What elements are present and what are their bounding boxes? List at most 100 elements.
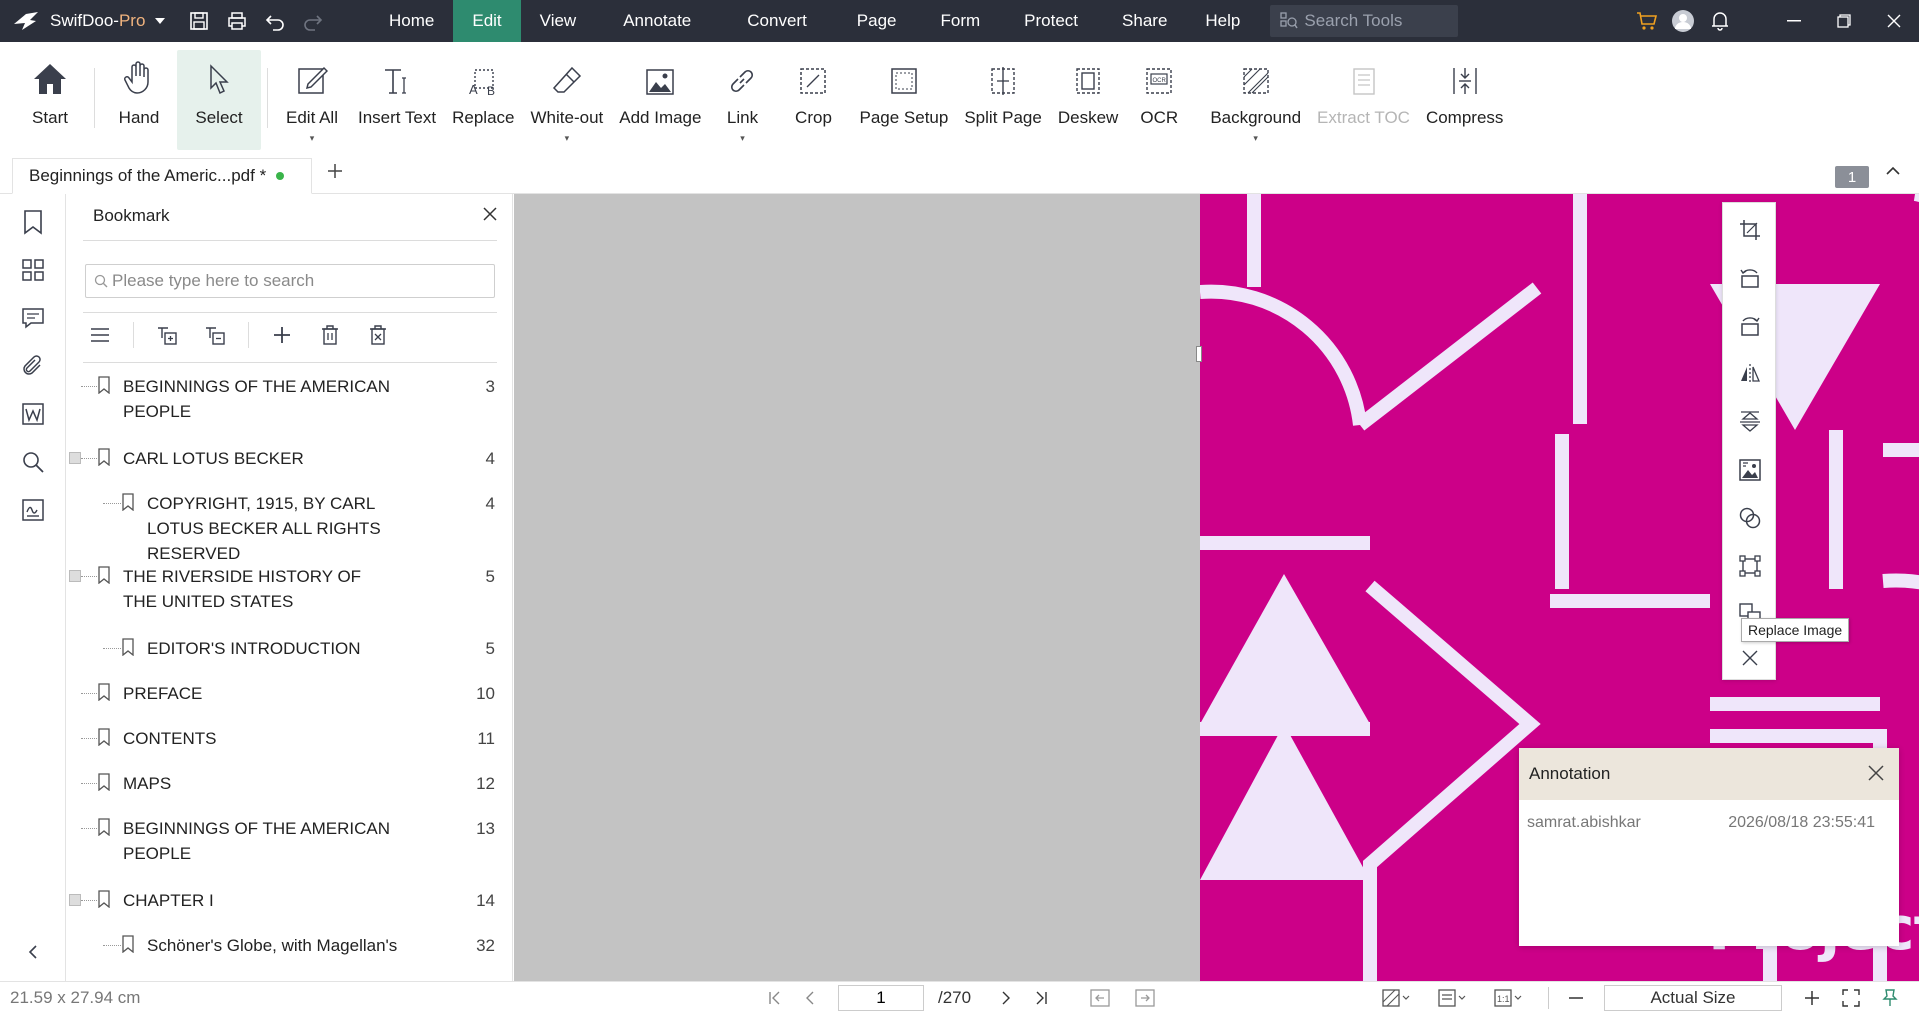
comments-icon[interactable] (19, 304, 47, 332)
background-color-dropdown-icon[interactable] (1382, 982, 1412, 1014)
bookmark-item[interactable]: Schöner's Globe, with Magellan's 32 (67, 933, 512, 959)
app-menu-dropdown-icon[interactable] (155, 18, 166, 24)
search-icon[interactable] (19, 448, 47, 476)
document-tab[interactable]: Beginnings of the Americ...pdf * (12, 158, 312, 194)
cart-icon[interactable] (1629, 0, 1665, 42)
split-page-button[interactable]: Split Page (956, 50, 1050, 150)
previous-view-icon[interactable] (1090, 982, 1110, 1014)
bookmark-item[interactable]: BEGINNINGS OF THE AMERICAN PEOPLE 13 (67, 816, 512, 868)
bookmark-item[interactable]: CARL LOTUS BECKER 4 (67, 446, 512, 472)
insert-text-button[interactable]: Insert Text (350, 50, 444, 150)
menu-share[interactable]: Share (1100, 0, 1189, 42)
collapse-toggle-icon[interactable] (69, 894, 81, 906)
rotate-right-icon[interactable] (1735, 311, 1765, 341)
close-window-icon[interactable] (1869, 0, 1919, 42)
menu-protect[interactable]: Protect (1002, 0, 1100, 42)
remove-child-bookmark-icon[interactable] (200, 320, 230, 350)
menu-annotate[interactable]: Annotate (595, 0, 719, 42)
background-button[interactable]: Background ▾ (1202, 50, 1309, 150)
bookmark-item[interactable]: MAPS 12 (67, 771, 512, 797)
bookmark-item[interactable]: CONTENTS 11 (67, 726, 512, 752)
fullscreen-icon[interactable] (1842, 982, 1860, 1014)
chevron-up-icon[interactable] (1885, 166, 1901, 176)
start-button[interactable]: Start (12, 50, 88, 150)
transform-bounds-icon[interactable] (1735, 551, 1765, 581)
bookmark-item[interactable]: THE RIVERSIDE HISTORY OF THE UNITED STAT… (67, 564, 512, 616)
bookmark-search-box[interactable] (85, 264, 495, 298)
add-image-button[interactable]: Add Image (611, 50, 709, 150)
link-button[interactable]: Link ▾ (709, 50, 775, 150)
crop-image-icon[interactable] (1735, 215, 1765, 245)
word-count-icon[interactable] (19, 400, 47, 428)
menu-page[interactable]: Page (835, 0, 919, 42)
pin-icon[interactable] (1882, 982, 1898, 1014)
thumbnails-grid-icon[interactable] (19, 256, 47, 284)
hand-tool-button[interactable]: Hand (101, 50, 177, 150)
select-tool-button[interactable]: Select (177, 50, 261, 150)
next-view-icon[interactable] (1135, 982, 1155, 1014)
menu-view[interactable]: View (521, 0, 596, 42)
add-tab-plus-icon[interactable] (326, 162, 344, 180)
bookmark-item[interactable]: EDITOR'S INTRODUCTION 5 (67, 636, 512, 662)
close-icon[interactable] (482, 206, 498, 222)
bookmark-item[interactable]: PREFACE 10 (67, 681, 512, 707)
collapse-toggle-icon[interactable] (69, 570, 81, 582)
compress-button[interactable]: Compress (1418, 50, 1511, 150)
last-page-icon[interactable] (1034, 982, 1048, 1014)
restore-window-icon[interactable] (1819, 0, 1869, 42)
zoom-in-icon[interactable] (1804, 982, 1820, 1014)
add-bookmark-plus-icon[interactable] (267, 320, 297, 350)
image-effects-icon[interactable] (1735, 455, 1765, 485)
actual-size-ratio-dropdown-icon[interactable]: 1:1 (1494, 982, 1524, 1014)
first-page-icon[interactable] (768, 982, 782, 1014)
page-setup-button[interactable]: Page Setup (851, 50, 956, 150)
next-page-icon[interactable] (1000, 982, 1012, 1014)
flip-vertical-icon[interactable] (1735, 407, 1765, 437)
collapse-toggle-icon[interactable] (69, 452, 81, 464)
bookmark-item[interactable]: CHAPTER I 14 (67, 888, 512, 914)
notification-bell-icon[interactable] (1701, 0, 1739, 42)
bookmark-item[interactable]: BEGINNINGS OF THE AMERICAN PEOPLE 3 (67, 374, 512, 426)
add-child-bookmark-icon[interactable] (152, 320, 182, 350)
menu-form[interactable]: Form (919, 0, 1003, 42)
delete-bookmark-trash-icon[interactable] (315, 320, 345, 350)
save-icon[interactable] (182, 4, 216, 38)
menu-edit[interactable]: Edit (453, 0, 521, 42)
redo-icon[interactable] (296, 4, 330, 38)
undo-icon[interactable] (258, 4, 292, 38)
rotate-left-icon[interactable] (1735, 263, 1765, 293)
ocr-button[interactable]: OCR OCR (1126, 50, 1192, 150)
close-icon[interactable] (1867, 764, 1885, 782)
attachment-paperclip-icon[interactable] (19, 352, 47, 380)
collapse-sidebar-icon[interactable] (19, 938, 47, 966)
close-icon[interactable] (1735, 643, 1765, 673)
extract-toc-button[interactable]: Extract TOC (1309, 50, 1418, 150)
annotation-title: Annotation (1529, 764, 1611, 783)
menu-help[interactable]: Help (1189, 0, 1256, 42)
zoom-out-icon[interactable] (1568, 982, 1584, 1014)
user-avatar-icon[interactable] (1665, 0, 1701, 42)
bookmark-item[interactable]: COPYRIGHT, 1915, BY CARL LOTUS BECKER AL… (67, 491, 512, 563)
menu-convert[interactable]: Convert (719, 0, 835, 42)
bookmark-search-input[interactable] (112, 271, 482, 291)
edit-all-button[interactable]: Edit All ▾ (274, 50, 350, 150)
flip-horizontal-icon[interactable] (1735, 359, 1765, 389)
shapes-icon[interactable] (1735, 503, 1765, 533)
white-out-button[interactable]: White-out ▾ (523, 50, 612, 150)
print-icon[interactable] (220, 4, 254, 38)
crop-button[interactable]: Crop (775, 50, 851, 150)
signature-icon[interactable] (19, 496, 47, 524)
replace-button[interactable]: AB Replace (444, 50, 522, 150)
zoom-level-box[interactable]: Actual Size (1604, 982, 1782, 1014)
current-page-input[interactable] (838, 985, 924, 1011)
resize-handle-left[interactable] (1196, 346, 1202, 362)
page-display-dropdown-icon[interactable] (1438, 982, 1468, 1014)
menu-home[interactable]: Home (370, 0, 453, 42)
minimize-window-icon[interactable] (1769, 0, 1819, 42)
delete-all-bookmarks-icon[interactable] (363, 320, 393, 350)
deskew-button[interactable]: Deskew (1050, 50, 1126, 150)
bookmark-list-menu-icon[interactable] (85, 320, 115, 350)
search-tools-box[interactable]: Search Tools (1270, 5, 1459, 37)
bookmark-panel-icon[interactable] (19, 208, 47, 236)
previous-page-icon[interactable] (804, 982, 816, 1014)
